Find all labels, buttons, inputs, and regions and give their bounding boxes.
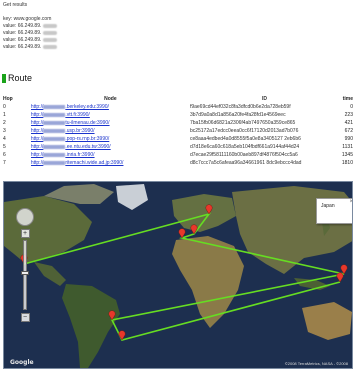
node-link[interactable]: http://ritemachi.wide.ad.jp:3990/	[31, 160, 124, 166]
node-link[interactable]: http://.ee.ntu.edu.tw:3990/	[31, 144, 111, 150]
info-window[interactable]: × Japan	[316, 198, 352, 224]
hop-cell: 0	[3, 104, 6, 110]
route-row: 4 http://.pop-rs.rnp.br:3990/ce8aaa4edbed…	[3, 135, 353, 143]
redacted-host	[43, 152, 66, 157]
hop-cell: 6	[3, 152, 6, 158]
node-cell: http://.vtt.fi:3990/	[31, 111, 190, 119]
id-cell: 7ba15fb06d6821a2306f4ab7497650a359ce865	[189, 120, 296, 126]
id-cell: 3b7d9a0a8d1a856a20fe4fa28fd1e4569eec	[189, 112, 286, 118]
time-cell: 1810	[341, 160, 353, 166]
close-icon[interactable]: ×	[349, 199, 352, 205]
id-cell: ce8aaa4edbed4a0d8555f5a0e8a3405127 2eb6b…	[189, 136, 301, 142]
hop-cell: 2	[3, 120, 6, 126]
id-cell: d7d18e6ca60c618a5eb104fbdf661a9144af44d2…	[189, 144, 300, 150]
route-row: 0 http://.berkeley.edu:3990/f9ae69cd44ef0…	[3, 103, 353, 111]
node-link[interactable]: http://.inria.fr:3990/	[31, 152, 95, 158]
value-label: value:	[3, 37, 17, 43]
zoom-slider[interactable]	[21, 240, 29, 310]
time-cell: 421	[344, 120, 353, 126]
value-text: 66.249.89.	[17, 30, 42, 36]
results-section: Get results key: www.google.com value: 6…	[3, 2, 353, 51]
hop-cell: 3	[3, 128, 6, 134]
route-heading: Route	[2, 73, 32, 83]
results-title: Get results	[3, 2, 28, 8]
time-cell: 0	[350, 104, 353, 110]
time-cell: 672	[344, 128, 353, 134]
zoom-out-button[interactable]: −	[20, 313, 30, 322]
node-link[interactable]: http://.vtt.fi:3990/	[31, 112, 90, 118]
route-title: Route	[8, 73, 33, 83]
node-link[interactable]: http://tu-ilmenau.de:3990/	[31, 120, 110, 126]
col-node: Node	[104, 96, 117, 102]
info-window-text: Japan	[321, 203, 335, 209]
zoom-control[interactable]: + −	[16, 208, 34, 322]
route-table: Hop Node ID time 0 http://.berkeley.edu:3…	[3, 95, 353, 167]
zoom-slider-thumb[interactable]	[21, 271, 29, 275]
col-time: time	[342, 96, 353, 102]
key-label: key:	[3, 16, 13, 22]
redacted-host	[43, 112, 66, 117]
redacted-ip	[43, 30, 58, 35]
redacted-host	[43, 104, 66, 109]
redacted-host	[43, 136, 66, 141]
node-cell: http://tu-ilmenau.de:3990/	[31, 119, 190, 127]
value-text: 66.249.89.	[17, 23, 42, 29]
node-cell: http://.ee.ntu.edu.tw:3990/	[31, 143, 190, 151]
id-cell: d7ecae29f58111160b00aeb897df4876f504cc5a…	[189, 152, 298, 158]
redacted-host	[43, 160, 66, 165]
node-link[interactable]: http://.pop-rs.rnp.br:3990/	[31, 136, 109, 142]
redacted-host	[43, 128, 66, 133]
redacted-host	[43, 120, 66, 125]
value-label: value:	[3, 44, 17, 50]
hop-cell: 5	[3, 144, 6, 150]
time-cell: 1345	[341, 152, 353, 158]
value-line: value: 66.249.89.	[3, 30, 353, 37]
google-logo[interactable]: Google	[10, 359, 34, 366]
route-row: 5 http://.ee.ntu.edu.tw:3990/d7d18e6ca60c…	[3, 143, 353, 151]
node-cell: http://.berkeley.edu:3990/	[31, 103, 190, 111]
time-cell: 1131	[342, 144, 353, 150]
value-line: value: 66.249.89.	[3, 37, 353, 44]
node-cell: http://.usp.br:3990/	[31, 127, 190, 135]
value-text: 66.249.89.	[17, 37, 42, 43]
redacted-ip	[43, 23, 58, 28]
redacted-host	[43, 144, 66, 149]
key-value: www.google.com	[13, 16, 52, 22]
map-copyright[interactable]: ©2008 TerraMetrics, NASA - ©2008	[285, 361, 348, 366]
world-map[interactable]	[4, 182, 353, 369]
value-label: value:	[3, 30, 17, 36]
value-label: value:	[3, 23, 17, 29]
col-hop: Hop	[3, 96, 13, 102]
node-link[interactable]: http://.usp.br:3990/	[31, 128, 95, 134]
node-cell: http://.inria.fr:3990/	[31, 151, 190, 159]
redacted-ip	[43, 37, 58, 42]
route-row: 1 http://.vtt.fi:3990/3b7d9a0a8d1a856a20f…	[3, 111, 353, 119]
route-heading-marker	[2, 73, 6, 83]
node-link[interactable]: http://.berkeley.edu:3990/	[31, 104, 109, 110]
hop-cell: 4	[3, 136, 6, 142]
redacted-ip	[43, 44, 58, 49]
node-cell: http://.pop-rs.rnp.br:3990/	[31, 135, 190, 143]
id-cell: bc25172a17edcc0eea0cc6f17120d2013ad7b076	[189, 128, 299, 134]
route-row: 7 http://ritemachi.wide.ad.jp:3990/d8c7cc…	[3, 159, 353, 167]
id-cell: d8c7ccc7a5c6afeaa96a34661961 8dc9ebccc4d…	[189, 160, 302, 166]
key-line: key: www.google.com	[3, 16, 353, 23]
value-line: value: 66.249.89.	[3, 23, 353, 30]
value-line: value: 66.249.89.	[3, 44, 353, 51]
hop-cell: 1	[3, 112, 6, 118]
col-id: ID	[262, 96, 267, 102]
route-row: 3 http://.usp.br:3990/bc25172a17edcc0eea0…	[3, 127, 353, 135]
hop-cell: 7	[3, 160, 6, 166]
time-cell: 990	[344, 136, 353, 142]
zoom-in-button[interactable]: +	[20, 229, 30, 238]
route-table-header: Hop Node ID time	[3, 95, 353, 103]
route-row: 2 http://tu-ilmenau.de:3990/7ba15fb06d682…	[3, 119, 353, 127]
route-row: 6 http://.inria.fr:3990/d7ecae29f58111160…	[3, 151, 353, 159]
node-cell: http://ritemachi.wide.ad.jp:3990/	[31, 159, 190, 167]
route-map[interactable]: + − × Japan Google ©2008 TerraMetrics, N…	[3, 181, 353, 369]
pan-control[interactable]	[16, 208, 34, 226]
time-cell: 223	[344, 112, 353, 118]
value-text: 66.249.89.	[17, 44, 42, 50]
id-cell: f9ae69cd44ef032c8fa3dfcd0b6e2da728eb59f	[189, 104, 291, 110]
